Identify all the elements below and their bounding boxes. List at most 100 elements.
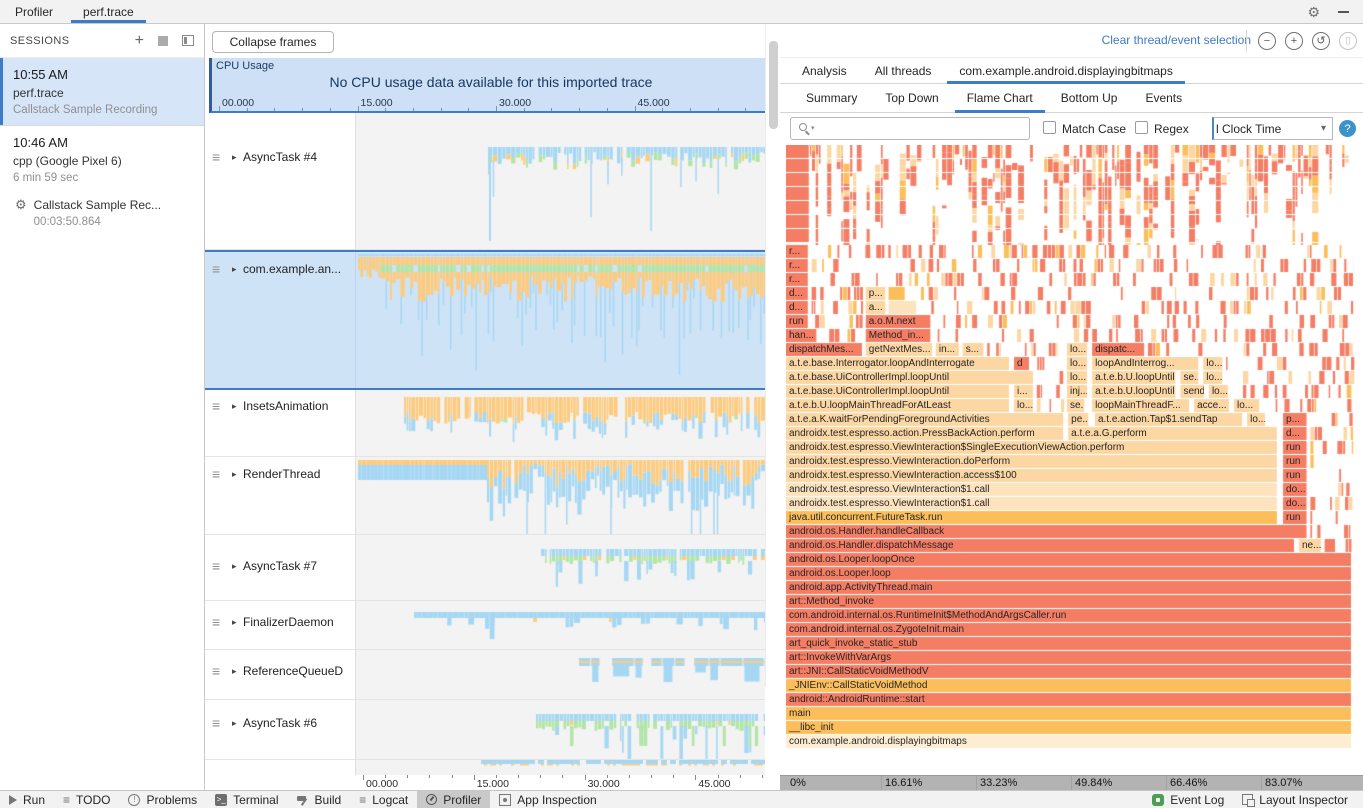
flame-frame[interactable]: d...	[786, 301, 808, 314]
subtab-flame-chart[interactable]: Flame Chart	[953, 84, 1047, 112]
flame-frame[interactable]: han...	[786, 329, 816, 342]
flame-frame[interactable]: p...	[1283, 413, 1307, 426]
flame-frame[interactable]: p...	[866, 287, 886, 300]
statusbar-item-run[interactable]: Run	[0, 791, 54, 808]
thread-activity-area[interactable]	[355, 760, 765, 775]
flame-frame[interactable]: run	[1283, 511, 1307, 524]
expand-arrow-icon[interactable]: ▸	[232, 618, 237, 627]
regex-checkbox[interactable]	[1135, 121, 1148, 134]
statusbar-item-logcat[interactable]: ≡Logcat	[350, 791, 417, 808]
flame-frame[interactable]: run	[1283, 469, 1307, 482]
thread-row[interactable]: ≡▸AsyncTask #7	[205, 535, 765, 601]
thread-activity-area[interactable]	[355, 457, 765, 534]
expand-arrow-icon[interactable]: ▸	[232, 153, 237, 162]
flame-frame[interactable]: lo...	[1247, 413, 1265, 426]
expand-arrow-icon[interactable]: ▸	[232, 667, 237, 676]
session-child-item[interactable]: ⚙ Callstack Sample Rec... 00:03:50.864	[13, 198, 194, 228]
flame-frame[interactable]: a.o.M.next	[866, 315, 931, 328]
thread-scrollbar-thumb[interactable]	[769, 41, 778, 129]
drag-handle-icon[interactable]: ≡	[212, 399, 220, 413]
reset-zoom-icon[interactable]: ↺	[1312, 32, 1330, 50]
drag-handle-icon[interactable]: ≡	[212, 150, 220, 164]
statusbar-item-problems[interactable]: !Problems	[119, 791, 206, 808]
thread-name[interactable]: RenderThread	[243, 467, 320, 481]
flame-frame[interactable]: androidx.test.espresso.ViewInteraction$1…	[786, 483, 1277, 496]
expand-arrow-icon[interactable]: ▸	[232, 265, 237, 274]
session-item[interactable]: 10:46 AM cpp (Google Pixel 6) 6 min 59 s…	[0, 126, 204, 237]
flame-frame[interactable]: dispatchMes...	[786, 343, 862, 356]
flame-frame[interactable]: _JNIEnv::CallStaticVoidMethod	[786, 679, 1351, 692]
flame-frame[interactable]: r...	[786, 259, 808, 272]
statusbar-item-build[interactable]: Build	[288, 791, 351, 808]
flame-frame[interactable]: loopMainThreadF...	[1092, 399, 1189, 412]
drag-handle-icon[interactable]: ≡	[212, 716, 220, 730]
search-options-caret-icon[interactable]: ▾	[811, 124, 815, 132]
flame-frame[interactable]: d...	[786, 287, 808, 300]
thread-row[interactable]: ≡▸FinalizerDaemon	[205, 601, 765, 650]
flame-frame[interactable]: s...	[963, 343, 984, 356]
thread-row[interactable]: ≡▸RenderThread	[205, 457, 765, 535]
flame-frame[interactable]: android.os.Looper.loopOnce	[786, 553, 1351, 566]
flame-frame[interactable]: androidx.test.espresso.ViewInteraction.d…	[786, 455, 1277, 468]
flame-frame[interactable]: android.os.Looper.loop	[786, 567, 1351, 580]
flame-frame[interactable]: androidx.test.espresso.ViewInteraction$1…	[786, 497, 1277, 510]
statusbar-item-profiler[interactable]: Profiler	[417, 791, 490, 808]
flame-frame[interactable]: a.t.e.b.U.loopMainThreadForAtLeast	[786, 399, 1009, 412]
expand-arrow-icon[interactable]: ▸	[232, 470, 237, 479]
flame-frame[interactable]: lo...	[1014, 399, 1033, 412]
flame-chart[interactable]: r...r...r...d...p...d...a...runa.o.M.nex…	[786, 145, 1356, 775]
flame-frame[interactable]: a.t.e.base.UiControllerImpl.loopUntil	[786, 385, 1009, 398]
stop-recording-icon[interactable]	[158, 36, 168, 46]
subtab-summary[interactable]: Summary	[792, 84, 871, 112]
expand-arrow-icon[interactable]: ▸	[232, 719, 237, 728]
thread-name[interactable]: ReferenceQueueD	[243, 664, 343, 678]
flame-frame[interactable]: androidx.test.espresso.ViewInteraction$S…	[786, 441, 1277, 454]
flame-frame[interactable]: main	[786, 707, 1351, 720]
flame-frame[interactable]: a.t.e.base.Interrogator.loopAndInterroga…	[786, 357, 1009, 370]
statusbar-item-app-inspection[interactable]: App Inspection	[490, 791, 605, 808]
thread-activity-chart[interactable]	[356, 650, 765, 699]
flame-frame[interactable]: android.os.Handler.handleCallback	[786, 525, 1307, 538]
thread-name[interactable]: InsetsAnimation	[243, 399, 328, 413]
flame-frame[interactable]: run	[786, 315, 808, 328]
thread-activity-chart[interactable]	[356, 113, 765, 249]
flame-frame[interactable]: lo...	[1203, 371, 1222, 384]
flame-frame[interactable]: a.t.e.a.G.perform	[1068, 427, 1277, 440]
flame-frame[interactable]: lo...	[1067, 357, 1087, 370]
thread-activity-area[interactable]	[355, 650, 765, 699]
tab-all-threads[interactable]: All threads	[861, 58, 946, 83]
expand-arrow-icon[interactable]: ▸	[232, 402, 237, 411]
thread-row[interactable]: ≡ ▸ InsetsAnimation	[205, 390, 765, 457]
zoom-out-icon[interactable]: −	[1258, 32, 1276, 50]
thread-activity-chart[interactable]	[356, 535, 765, 600]
flame-frame[interactable]: androidx.test.espresso.ViewInteraction.a…	[786, 469, 1277, 482]
flame-frame[interactable]: inj...	[1067, 385, 1087, 398]
expand-arrow-icon[interactable]: ▸	[232, 562, 237, 571]
flame-frame[interactable]: do...	[1283, 483, 1307, 496]
flame-frame[interactable]: send...	[1180, 385, 1204, 398]
thread-row[interactable]: ≡▸com.example.an...	[205, 250, 765, 390]
flame-frame[interactable]: in...	[936, 343, 959, 356]
thread-name[interactable]: AsyncTask #7	[243, 559, 317, 573]
flame-frame[interactable]: se...	[1180, 371, 1198, 384]
subtab-events[interactable]: Events	[1131, 84, 1196, 112]
statusbar-item-todo[interactable]: ≡TODO	[54, 791, 119, 808]
thread-row[interactable]: ≡ ▸ ReferenceQueueD	[205, 650, 765, 700]
thread-activity-chart[interactable]	[356, 601, 765, 649]
flame-frame[interactable]: r...	[786, 273, 808, 286]
clock-type-dropdown[interactable]: l Clock Time ▾	[1212, 117, 1333, 140]
window-tab-perf-trace[interactable]: perf.trace	[68, 0, 149, 23]
flame-frame[interactable]: lo...	[1067, 371, 1087, 384]
flame-frame[interactable]: ne...	[1299, 539, 1321, 552]
flame-frame[interactable]: art::InvokeWithVarArgs	[786, 651, 1351, 664]
thread-activity-area[interactable]	[355, 390, 765, 456]
flame-frame[interactable]: do...	[1283, 497, 1307, 510]
thread-name[interactable]: AsyncTask #6	[243, 716, 317, 730]
flame-frame[interactable]: lo...	[1203, 357, 1222, 370]
flame-frame[interactable]: lo...	[1067, 343, 1087, 356]
thread-activity-area[interactable]	[355, 535, 765, 600]
thread-activity-area[interactable]	[355, 252, 765, 388]
drag-handle-icon[interactable]: ≡	[212, 664, 220, 678]
tab-analysis[interactable]: Analysis	[788, 58, 861, 83]
flame-frame[interactable]: se...	[1067, 399, 1084, 412]
